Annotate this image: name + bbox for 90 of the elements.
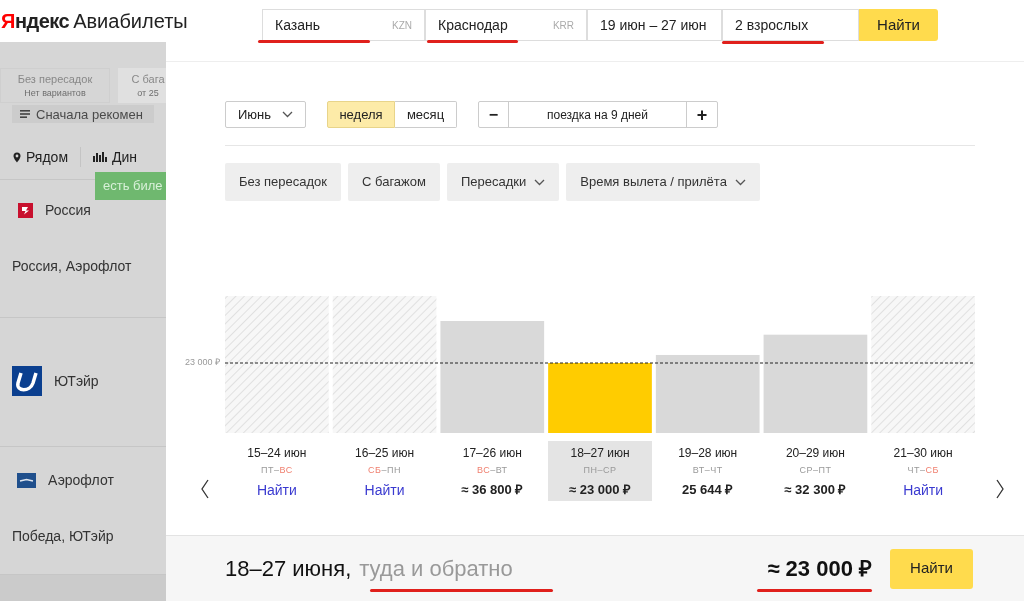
view-label: Рядом xyxy=(26,147,69,167)
weekdays: СР–ПТ xyxy=(799,464,832,477)
from-field[interactable]: Казань KZN xyxy=(262,9,425,41)
tooltip-text: есть биле xyxy=(103,177,163,196)
week-cell[interactable]: 16–25 июн СБ–ПН Найти xyxy=(332,441,437,501)
field-value: 19 июн – 27 июн xyxy=(600,15,707,35)
search-link[interactable]: Найти xyxy=(364,479,405,501)
week-dates: 16–25 июн xyxy=(355,445,415,462)
week-dates: 15–24 июн xyxy=(247,445,307,462)
filter-tab[interactable]: Без пересадок Нет вариантов xyxy=(0,68,110,103)
field-value: Казань xyxy=(275,15,320,35)
chevron-right-icon xyxy=(995,479,1004,499)
weekdays: ЧТ–СБ xyxy=(907,464,939,477)
logo-brand: Яндекс xyxy=(1,9,70,34)
field-value: 2 взрослых xyxy=(735,15,809,35)
field-value: Краснодар xyxy=(438,15,508,35)
filter-dropdown[interactable]: Пересадки xyxy=(446,163,560,201)
view-label: Дин xyxy=(112,147,138,167)
pin-icon xyxy=(13,151,21,163)
sort-dropdown[interactable]: Сначала рекомен xyxy=(12,105,154,123)
plus-button[interactable]: + xyxy=(686,102,717,127)
weekdays: ПН–СР xyxy=(583,464,617,477)
chevron-down-icon xyxy=(282,111,293,118)
price-bar[interactable] xyxy=(763,334,868,433)
weekdays: ВТ–ЧТ xyxy=(692,464,723,477)
period-tab[interactable]: месяц xyxy=(395,101,457,128)
week-dates: 18–27 июн xyxy=(570,445,630,462)
chevron-down-icon xyxy=(734,178,746,186)
filter-label: Без пересадок xyxy=(17,71,93,87)
week-price: ≈ 32 300 ₽ xyxy=(784,480,847,499)
search-link[interactable]: Найти xyxy=(903,479,944,501)
airline-list: Победа, ЮТэйр xyxy=(0,526,166,547)
trip-type: туда и обратно xyxy=(359,555,513,583)
dates-field[interactable]: 19 июн – 27 июн xyxy=(587,9,722,41)
week-cell[interactable]: 21–30 июн ЧТ–СБ Найти xyxy=(871,441,975,501)
minus-button[interactable]: − xyxy=(479,102,509,127)
week-dates: 21–30 июн xyxy=(893,445,953,462)
view-tab[interactable]: Рядом xyxy=(13,146,69,168)
filter-button[interactable]: Без пересадок xyxy=(225,163,341,201)
airline-logo-icon xyxy=(17,473,36,488)
logo-product: Авиабилеты xyxy=(73,9,188,34)
week-dates: 17–26 июн xyxy=(462,445,522,462)
total-price: ≈ 23 000 ₽ xyxy=(767,555,872,583)
filter-note: от 25 xyxy=(137,87,159,100)
price-bar[interactable] xyxy=(548,363,652,433)
airline-list: Россия, Аэрофлот xyxy=(0,256,166,277)
week-dates: 20–29 июн xyxy=(785,445,845,462)
to-field[interactable]: Краснодар KRR xyxy=(425,9,587,41)
weekdays: СБ–ПН xyxy=(368,464,401,477)
week-price: 25 644 ₽ xyxy=(682,480,734,499)
price-bar[interactable] xyxy=(440,321,545,433)
week-cell[interactable]: 18–27 июн ПН–СР ≈ 23 000 ₽ xyxy=(548,441,652,501)
airline-logo-icon xyxy=(12,366,42,396)
week-price: ≈ 36 800 ₽ xyxy=(461,480,524,499)
week-dates: 19–28 июн xyxy=(678,445,738,462)
airline-name: ЮТэйр xyxy=(54,371,99,391)
airline-logo-icon xyxy=(18,203,33,218)
summary-dates: 18–27 июня, xyxy=(225,555,352,583)
period-tab[interactable]: неделя xyxy=(327,101,395,128)
filter-label: С бага xyxy=(131,71,165,87)
passengers-field[interactable]: 2 взрослых xyxy=(722,9,859,41)
search-button[interactable]: Найти xyxy=(859,9,938,41)
search-link[interactable]: Найти xyxy=(256,479,297,501)
price-bar[interactable] xyxy=(655,354,760,433)
bar-chart-icon xyxy=(93,152,108,162)
filter-button[interactable]: С багажом xyxy=(348,163,440,201)
sort-label: Сначала рекомен xyxy=(36,107,143,121)
filter-tab[interactable]: С бага от 25 xyxy=(118,68,166,103)
filter-note: Нет вариантов xyxy=(24,87,86,100)
airport-code: KZN xyxy=(392,18,412,33)
airline-name: Россия xyxy=(45,201,91,220)
chevron-left-icon xyxy=(200,479,209,499)
week-cell[interactable]: 15–24 июн ПТ–ВС Найти xyxy=(225,441,329,501)
weekdays: ВС–ВТ xyxy=(476,464,508,477)
trip-length: поездка на 9 дней xyxy=(546,106,649,124)
price-line-label: 23 000 ₽ xyxy=(184,358,220,367)
week-price: ≈ 23 000 ₽ xyxy=(568,480,632,499)
search-button[interactable]: Найти xyxy=(890,548,973,589)
filter-dropdown[interactable]: Время вылета / прилёта xyxy=(566,163,760,201)
weekdays: ПТ–ВС xyxy=(261,464,293,477)
airline-name: Аэрофлот xyxy=(48,471,114,490)
month-label: Июнь xyxy=(238,105,272,124)
week-cell[interactable]: 17–26 июн ВС–ВТ ≈ 36 800 ₽ xyxy=(440,441,545,501)
month-dropdown[interactable]: Июнь xyxy=(225,101,306,128)
airport-code: KRR xyxy=(552,18,574,33)
chevron-down-icon xyxy=(534,178,546,186)
view-tab[interactable]: Дин xyxy=(93,146,138,168)
menu-icon xyxy=(20,110,30,118)
week-cell[interactable]: 20–29 июн СР–ПТ ≈ 32 300 ₽ xyxy=(763,441,868,501)
week-cell[interactable]: 19–28 июн ВТ–ЧТ 25 644 ₽ xyxy=(655,441,760,501)
